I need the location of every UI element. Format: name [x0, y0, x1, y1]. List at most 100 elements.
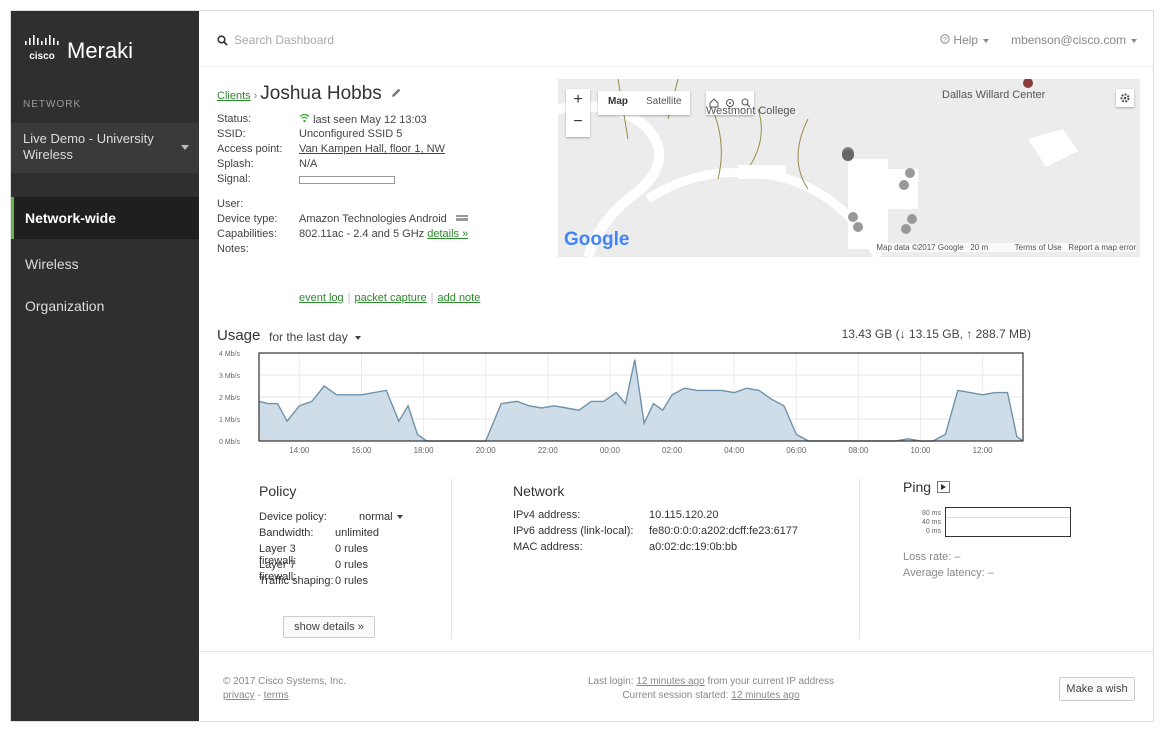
brand-logo[interactable]: cisco Meraki — [23, 33, 133, 63]
help-label: Help — [953, 33, 979, 47]
device-policy-select[interactable]: normal — [359, 511, 403, 527]
session-link[interactable]: 12 minutes ago — [731, 690, 799, 701]
device-type-label: Device type: — [217, 213, 278, 225]
wifi-icon — [299, 113, 310, 123]
help-menu[interactable]: ? Help — [940, 33, 990, 47]
splash-value: N/A — [299, 158, 318, 170]
map-type-satellite-button[interactable]: Satellite — [638, 91, 690, 115]
cisco-logo-icon: cisco — [25, 35, 59, 62]
capabilities-value: 802.11ac - 2.4 and 5 GHz details » — [299, 228, 468, 243]
last-login-prefix: Last login: — [587, 676, 634, 687]
map-type-map-button[interactable]: Map — [598, 91, 638, 115]
breadcrumb-clients-link[interactable]: Clients — [217, 90, 251, 102]
status-label: Status: — [217, 113, 252, 125]
map-attribution: Map data ©2017 Google 20 m Terms of Use … — [876, 243, 1136, 252]
mac-value: a0:02:dc:19:0b:bb — [649, 541, 738, 553]
play-icon — [941, 484, 947, 490]
sidebar: cisco Meraki NETWORK Live Demo - Univers… — [11, 11, 199, 721]
packet-capture-link[interactable]: packet capture — [355, 292, 427, 304]
device-policy-value: normal — [359, 511, 393, 523]
gear-icon — [1120, 93, 1130, 103]
device-policy-label: Device policy: — [259, 511, 327, 523]
chart-x-tick-label: 14:00 — [289, 446, 310, 455]
network-title: Network — [513, 483, 565, 499]
zoom-out-button[interactable]: − — [566, 111, 590, 133]
chart-x-tick-label: 06:00 — [786, 446, 807, 455]
usage-range-label: for the last day — [269, 330, 348, 344]
usage-chart: 4 Mb/s 3 Mb/s 2 Mb/s 1 Mb/s 0 Mb/s 14:00 16:00… — [219, 351, 1024, 455]
policy-list: Device policy: normal Bandwidth: unlimite… — [259, 511, 403, 591]
breadcrumb: Clients › Joshua Hobbs — [217, 83, 402, 105]
zoom-control[interactable]: + − — [566, 89, 590, 137]
user-menu[interactable]: mbenson@cisco.com — [1011, 33, 1137, 47]
bandwidth-label: Bandwidth: — [259, 527, 314, 539]
map-type-control[interactable]: Map Satellite — [598, 91, 690, 115]
search-bar[interactable]: Search Dashboard — [217, 33, 334, 47]
capabilities-label: Capabilities: — [217, 228, 277, 240]
google-logo: Google — [564, 229, 630, 250]
capabilities-text: 802.11ac - 2.4 and 5 GHz — [299, 228, 425, 240]
map-settings-button[interactable] — [1116, 89, 1134, 107]
nav-item-wireless[interactable]: Wireless — [11, 243, 199, 285]
chart-x-tick-label: 08:00 — [848, 446, 869, 455]
chart-x-tick-label: 18:00 — [414, 446, 435, 455]
chart-x-tick-label: 16:00 — [351, 446, 372, 455]
ping-play-button[interactable] — [937, 481, 951, 493]
edit-pencil-icon[interactable] — [390, 87, 402, 99]
signal-label: Signal: — [217, 173, 251, 185]
splash-label: Splash: — [217, 158, 254, 170]
page-title: Joshua Hobbs — [260, 83, 382, 104]
nav-item-organization[interactable]: Organization — [11, 285, 199, 327]
chart-x-tick-label: 00:00 — [600, 446, 621, 455]
ssid-label: SSID: — [217, 128, 246, 140]
brand-name: Meraki — [67, 38, 134, 63]
svg-text:?: ? — [943, 37, 947, 44]
chart-y-tick-label: 4 Mb/s — [219, 351, 241, 358]
details-link[interactable]: details » — [427, 228, 468, 240]
nav-item-network-wide[interactable]: Network-wide — [11, 197, 199, 239]
client-info: Status: last seen May 12 13:03 SSID: Unco… — [217, 113, 468, 258]
zoom-in-button[interactable]: + — [566, 89, 590, 111]
network-list: IPv4 address: 10.115.120.20 IPv6 address … — [513, 509, 798, 557]
chart-x-tick-label: 22:00 — [538, 446, 559, 455]
layer3-firewall-value: 0 rules — [335, 543, 369, 555]
terms-link[interactable]: terms — [264, 690, 289, 701]
ping-axis: 80 ms 40 ms 0 ms — [901, 509, 941, 536]
ping-tick: 0 ms — [925, 528, 941, 535]
privacy-link[interactable]: privacy — [223, 690, 255, 701]
chart-y-tick-label: 2 Mb/s — [219, 395, 241, 402]
ipv6-value: fe80:0:0:0:a202:dcff:fe23:6177 — [649, 525, 799, 537]
traffic-shaping-value: 0 rules — [335, 575, 369, 587]
caret-down-icon — [181, 145, 189, 150]
bandwidth-value: unlimited — [335, 527, 380, 539]
client-actions: event log | packet capture | add note — [299, 292, 481, 304]
search-icon — [217, 34, 228, 46]
chart-y-tick-label: 0 Mb/s — [219, 439, 241, 446]
footer-divider — [199, 651, 1153, 652]
event-log-link[interactable]: event log — [299, 292, 344, 304]
help-icon: ? — [940, 34, 950, 44]
add-note-link[interactable]: add note — [438, 292, 481, 304]
usage-range-selector[interactable]: for the last day — [269, 330, 362, 344]
mac-label: MAC address: — [513, 541, 583, 553]
ping-tick: 40 ms — [921, 519, 941, 526]
layer7-firewall-value: 0 rules — [335, 559, 369, 571]
chart-y-tick-label: 1 Mb/s — [219, 417, 241, 424]
search-input[interactable]: Search Dashboard — [234, 33, 334, 47]
access-point-link[interactable]: Van Kampen Hall, floor 1, NW — [299, 143, 445, 158]
access-point-label: Access point: — [217, 143, 283, 155]
last-login-link[interactable]: 12 minutes ago — [636, 676, 704, 687]
ping-tick: 80 ms — [921, 510, 941, 517]
device-type-value: Amazon Technologies Android — [299, 213, 468, 228]
layer3-firewall-label: Layer 3 firewall: — [259, 543, 297, 567]
app-frame: cisco Meraki NETWORK Live Demo - Univers… — [10, 10, 1154, 722]
policy-title: Policy — [259, 483, 297, 499]
network-selector[interactable]: Live Demo - University Wireless — [11, 123, 199, 173]
cisco-logo-text: cisco — [29, 51, 55, 62]
make-a-wish-button[interactable]: Make a wish — [1059, 677, 1135, 701]
location-map[interactable]: + − Map Satellite Westmont College Dalla… — [558, 79, 1140, 257]
show-details-button[interactable]: show details » — [283, 616, 375, 638]
status-value: last seen May 12 13:03 — [299, 113, 427, 128]
user-email: mbenson@cisco.com — [1011, 33, 1126, 47]
usage-total: 13.43 GB (↓ 13.15 GB, ↑ 288.7 MB) — [841, 327, 1031, 341]
